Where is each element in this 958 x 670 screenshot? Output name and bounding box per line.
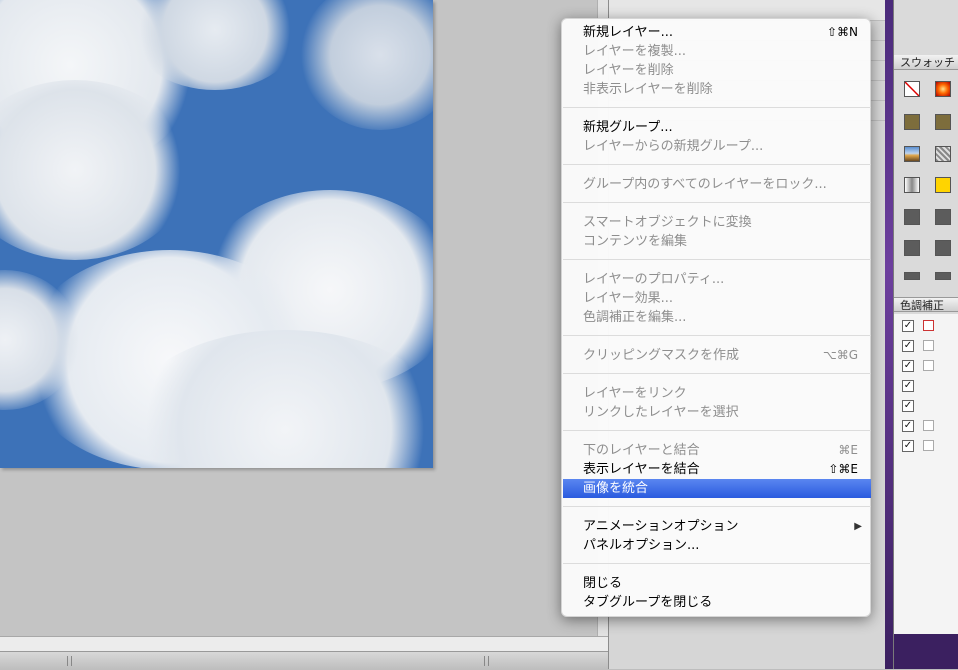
- swatch-gray[interactable]: [904, 209, 920, 225]
- visibility-checkbox[interactable]: ✓: [902, 400, 914, 412]
- menu-item-new-group-from-layers[interactable]: レイヤーからの新規グループ...: [562, 137, 872, 156]
- swatch-noise[interactable]: [935, 146, 951, 162]
- menu-item-label: リンクしたレイヤーを選択: [583, 405, 739, 420]
- menu-separator: [563, 107, 871, 108]
- menu-separator: [563, 563, 871, 564]
- menu-item-label: クリッピングマスクを作成: [583, 348, 740, 363]
- status-bar: [0, 651, 608, 670]
- swatches-panel: スウォッチ 色調補正 ✓ ✓ ✓ ✓ ✓ ✓ ✓: [893, 0, 958, 669]
- menu-item-label: スマートオブジェクトに変換: [583, 215, 752, 230]
- swatch-landscape[interactable]: [904, 146, 920, 162]
- menu-separator: [563, 430, 871, 431]
- menu-item-delete-hidden-layers[interactable]: 非表示レイヤーを削除: [562, 80, 872, 99]
- menu-item-merge-down[interactable]: 下のレイヤーと結合 ⌘E: [562, 441, 872, 460]
- menu-item-lock-all-layers-in-group[interactable]: グループ内のすべてのレイヤーをロック...: [562, 175, 872, 194]
- menu-item-label: レイヤーのプロパティ...: [583, 272, 725, 287]
- tab-adjustments[interactable]: 色調補正: [894, 297, 958, 312]
- document-canvas-area: [0, 0, 608, 651]
- menu-item-animation-options[interactable]: アニメーションオプション ▶: [562, 517, 872, 536]
- menu-item-merge-visible[interactable]: 表示レイヤーを結合 ⇧⌘E: [562, 460, 872, 479]
- resize-grip-icon[interactable]: [67, 656, 72, 666]
- adjustment-icon[interactable]: [923, 420, 934, 431]
- visibility-checkbox[interactable]: ✓: [902, 320, 914, 332]
- menu-item-edit-adjustment[interactable]: 色調補正を編集...: [562, 308, 872, 327]
- menu-separator: [563, 506, 871, 507]
- swatch-gray[interactable]: [935, 240, 951, 256]
- menu-separator: [563, 202, 871, 203]
- adjustment-icon[interactable]: [923, 320, 934, 331]
- menu-separator: [563, 164, 871, 165]
- adjustment-icon[interactable]: [923, 440, 934, 451]
- menu-item-edit-contents[interactable]: コンテンツを編集: [562, 232, 872, 251]
- menu-separator: [563, 259, 871, 260]
- swatch-red-glow[interactable]: [935, 81, 951, 97]
- menu-item-close[interactable]: 閉じる: [562, 574, 872, 593]
- swatch-olive[interactable]: [904, 114, 920, 130]
- visibility-checkbox[interactable]: ✓: [902, 440, 914, 452]
- menu-item-panel-options[interactable]: パネルオプション...: [562, 536, 872, 555]
- menu-separator: [563, 373, 871, 374]
- swatch-yellow[interactable]: [935, 177, 951, 193]
- menu-item-label: タブグループを閉じる: [583, 595, 713, 610]
- menu-item-label: 非表示レイヤーを削除: [583, 82, 713, 97]
- tab-swatches[interactable]: スウォッチ: [894, 55, 958, 70]
- visibility-checkbox[interactable]: ✓: [902, 420, 914, 432]
- resize-grip-icon[interactable]: [484, 656, 489, 666]
- menu-item-label: レイヤーをリンク: [583, 386, 687, 401]
- visibility-checkbox[interactable]: ✓: [902, 340, 914, 352]
- sky-image[interactable]: [0, 0, 433, 468]
- menu-item-label: 閉じる: [583, 576, 623, 591]
- swatch-gray[interactable]: [935, 272, 951, 280]
- menu-item-create-clipping-mask[interactable]: クリッピングマスクを作成 ⌥⌘G: [562, 346, 872, 365]
- cloud: [300, 0, 433, 130]
- menu-item-label: レイヤー効果...: [583, 291, 674, 306]
- swatch-gradient-gray[interactable]: [904, 177, 920, 193]
- menu-item-close-tab-group[interactable]: タブグループを閉じる: [562, 593, 872, 612]
- menu-item-duplicate-layer[interactable]: レイヤーを複製...: [562, 42, 872, 61]
- layers-panel-flyout-menu: 新規レイヤー... ⇧⌘N レイヤーを複製... レイヤーを削除 非表示レイヤー…: [561, 18, 871, 617]
- menu-item-flatten-image[interactable]: 画像を統合: [563, 479, 871, 498]
- menu-item-new-group[interactable]: 新規グループ...: [562, 118, 872, 137]
- swatch-gray[interactable]: [904, 240, 920, 256]
- desktop-background: [894, 634, 958, 669]
- visibility-checkbox[interactable]: ✓: [902, 360, 914, 372]
- menu-item-link-layers[interactable]: レイヤーをリンク: [562, 384, 872, 403]
- menu-item-shortcut: ⇧⌘N: [826, 25, 858, 39]
- menu-item-label: 色調補正を編集...: [583, 310, 687, 325]
- menu-item-label: アニメーションオプション: [583, 519, 739, 534]
- menu-item-shortcut: ⌥⌘G: [822, 348, 858, 362]
- menu-item-label: レイヤーを複製...: [583, 44, 687, 59]
- menu-item-label: 表示レイヤーを結合: [583, 462, 700, 477]
- menu-item-shortcut: ⇧⌘E: [828, 462, 858, 476]
- menu-item-label: 新規グループ...: [583, 120, 673, 135]
- submenu-arrow-icon: ▶: [854, 521, 862, 532]
- menu-item-select-linked-layers[interactable]: リンクしたレイヤーを選択: [562, 403, 872, 422]
- adjustments-list: ✓ ✓ ✓ ✓ ✓ ✓ ✓: [894, 314, 958, 634]
- menu-separator: [563, 335, 871, 336]
- menu-item-label: 新規レイヤー...: [583, 25, 674, 40]
- menu-item-convert-to-smart-object[interactable]: スマートオブジェクトに変換: [562, 213, 872, 232]
- menu-item-label: 下のレイヤーと結合: [583, 443, 700, 458]
- menu-item-label: レイヤーを削除: [583, 63, 674, 78]
- menu-item-label: コンテンツを編集: [583, 234, 688, 249]
- visibility-checkbox[interactable]: ✓: [902, 380, 914, 392]
- swatch-olive[interactable]: [935, 114, 951, 130]
- menu-item-shortcut: ⌘E: [838, 443, 858, 457]
- menu-item-layer-effects[interactable]: レイヤー効果...: [562, 289, 872, 308]
- menu-item-label: グループ内のすべてのレイヤーをロック...: [583, 177, 827, 192]
- adjustment-icon[interactable]: [923, 340, 934, 351]
- swatch-gray[interactable]: [935, 209, 951, 225]
- desktop-background: [885, 0, 893, 669]
- menu-item-label: レイヤーからの新規グループ...: [583, 139, 764, 154]
- horizontal-scrollbar[interactable]: [0, 636, 608, 652]
- adjustment-icon[interactable]: [923, 360, 934, 371]
- menu-item-label: 画像を統合: [583, 481, 649, 496]
- menu-item-delete-layer[interactable]: レイヤーを削除: [562, 61, 872, 80]
- menu-item-new-layer[interactable]: 新規レイヤー... ⇧⌘N: [562, 23, 872, 42]
- swatch-gray[interactable]: [904, 272, 920, 280]
- menu-item-layer-properties[interactable]: レイヤーのプロパティ...: [562, 270, 872, 289]
- swatch-none[interactable]: [904, 81, 920, 97]
- menu-item-label: パネルオプション...: [583, 538, 700, 553]
